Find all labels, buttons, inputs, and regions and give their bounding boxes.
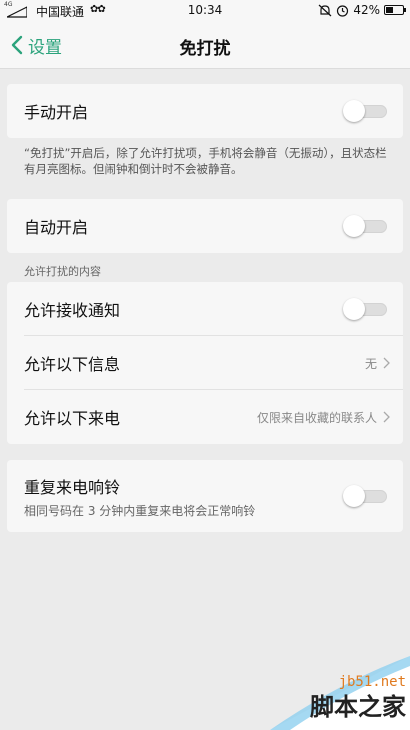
alarm-icon <box>337 4 349 17</box>
auto-toggle[interactable] <box>343 215 389 237</box>
allow-messages-row[interactable]: 允许以下信息 无 <box>7 336 403 390</box>
auto-label: 自动开启 <box>24 218 89 237</box>
nav-bar: 设置 免打扰 <box>0 22 410 69</box>
toggle-knob <box>343 100 365 122</box>
allow-messages-label: 允许以下信息 <box>24 355 121 374</box>
battery-percent: 42% <box>353 3 380 17</box>
manual-card: 手动开启 <box>7 84 403 138</box>
repeat-label: 重复来电响铃 <box>24 477 121 497</box>
toggle-knob <box>343 485 365 507</box>
manual-toggle[interactable] <box>343 100 389 122</box>
allow-notifications-toggle[interactable] <box>343 298 389 320</box>
allow-calls-label: 允许以下来电 <box>24 409 121 428</box>
battery-fill <box>386 7 393 13</box>
allow-notifications-row: 允许接收通知 <box>7 282 403 336</box>
battery-icon <box>384 5 406 15</box>
allowed-card: 允许接收通知 允许以下信息 无 允许以下来电 仅限来自收藏的联系人 <box>7 282 403 444</box>
auto-row: 自动开启 <box>7 199 403 253</box>
toggle-knob <box>343 298 365 320</box>
bell-mute-icon <box>318 4 332 16</box>
manual-label: 手动开启 <box>24 103 89 122</box>
toggle-knob <box>343 215 365 237</box>
chevron-right-icon <box>383 411 390 423</box>
manual-note: “免打扰”开启后，除了允许打扰项，手机将会静音（无振动），且状态栏有月亮图标。但… <box>24 146 387 176</box>
allow-messages-value: 无 <box>364 356 377 371</box>
manual-row: 手动开启 <box>7 84 403 138</box>
watermark: jb51.net 脚本之家 <box>230 652 410 730</box>
allow-calls-value: 仅限来自收藏的联系人 <box>256 410 377 425</box>
status-right-icons: 42% <box>318 3 406 17</box>
repeat-card: 重复来电响铃 相同号码在 3 分钟内重复来电将会正常响铃 <box>7 460 403 532</box>
allow-calls-row[interactable]: 允许以下来电 仅限来自收藏的联系人 <box>7 390 403 444</box>
status-bar: 4G 中国联通 ✿✿ 10:34 42% <box>0 0 410 22</box>
watermark-brand: 脚本之家 <box>310 693 406 721</box>
allow-notifications-label: 允许接收通知 <box>24 301 121 320</box>
allowed-section-header: 允许打扰的内容 <box>24 265 101 278</box>
chevron-right-icon <box>383 357 390 369</box>
auto-card: 自动开启 <box>7 199 403 253</box>
page-title: 免打扰 <box>179 39 231 59</box>
repeat-description: 相同号码在 3 分钟内重复来电将会正常响铃 <box>24 503 256 518</box>
repeat-row: 重复来电响铃 相同号码在 3 分钟内重复来电将会正常响铃 <box>7 460 403 532</box>
repeat-toggle[interactable] <box>343 485 389 507</box>
